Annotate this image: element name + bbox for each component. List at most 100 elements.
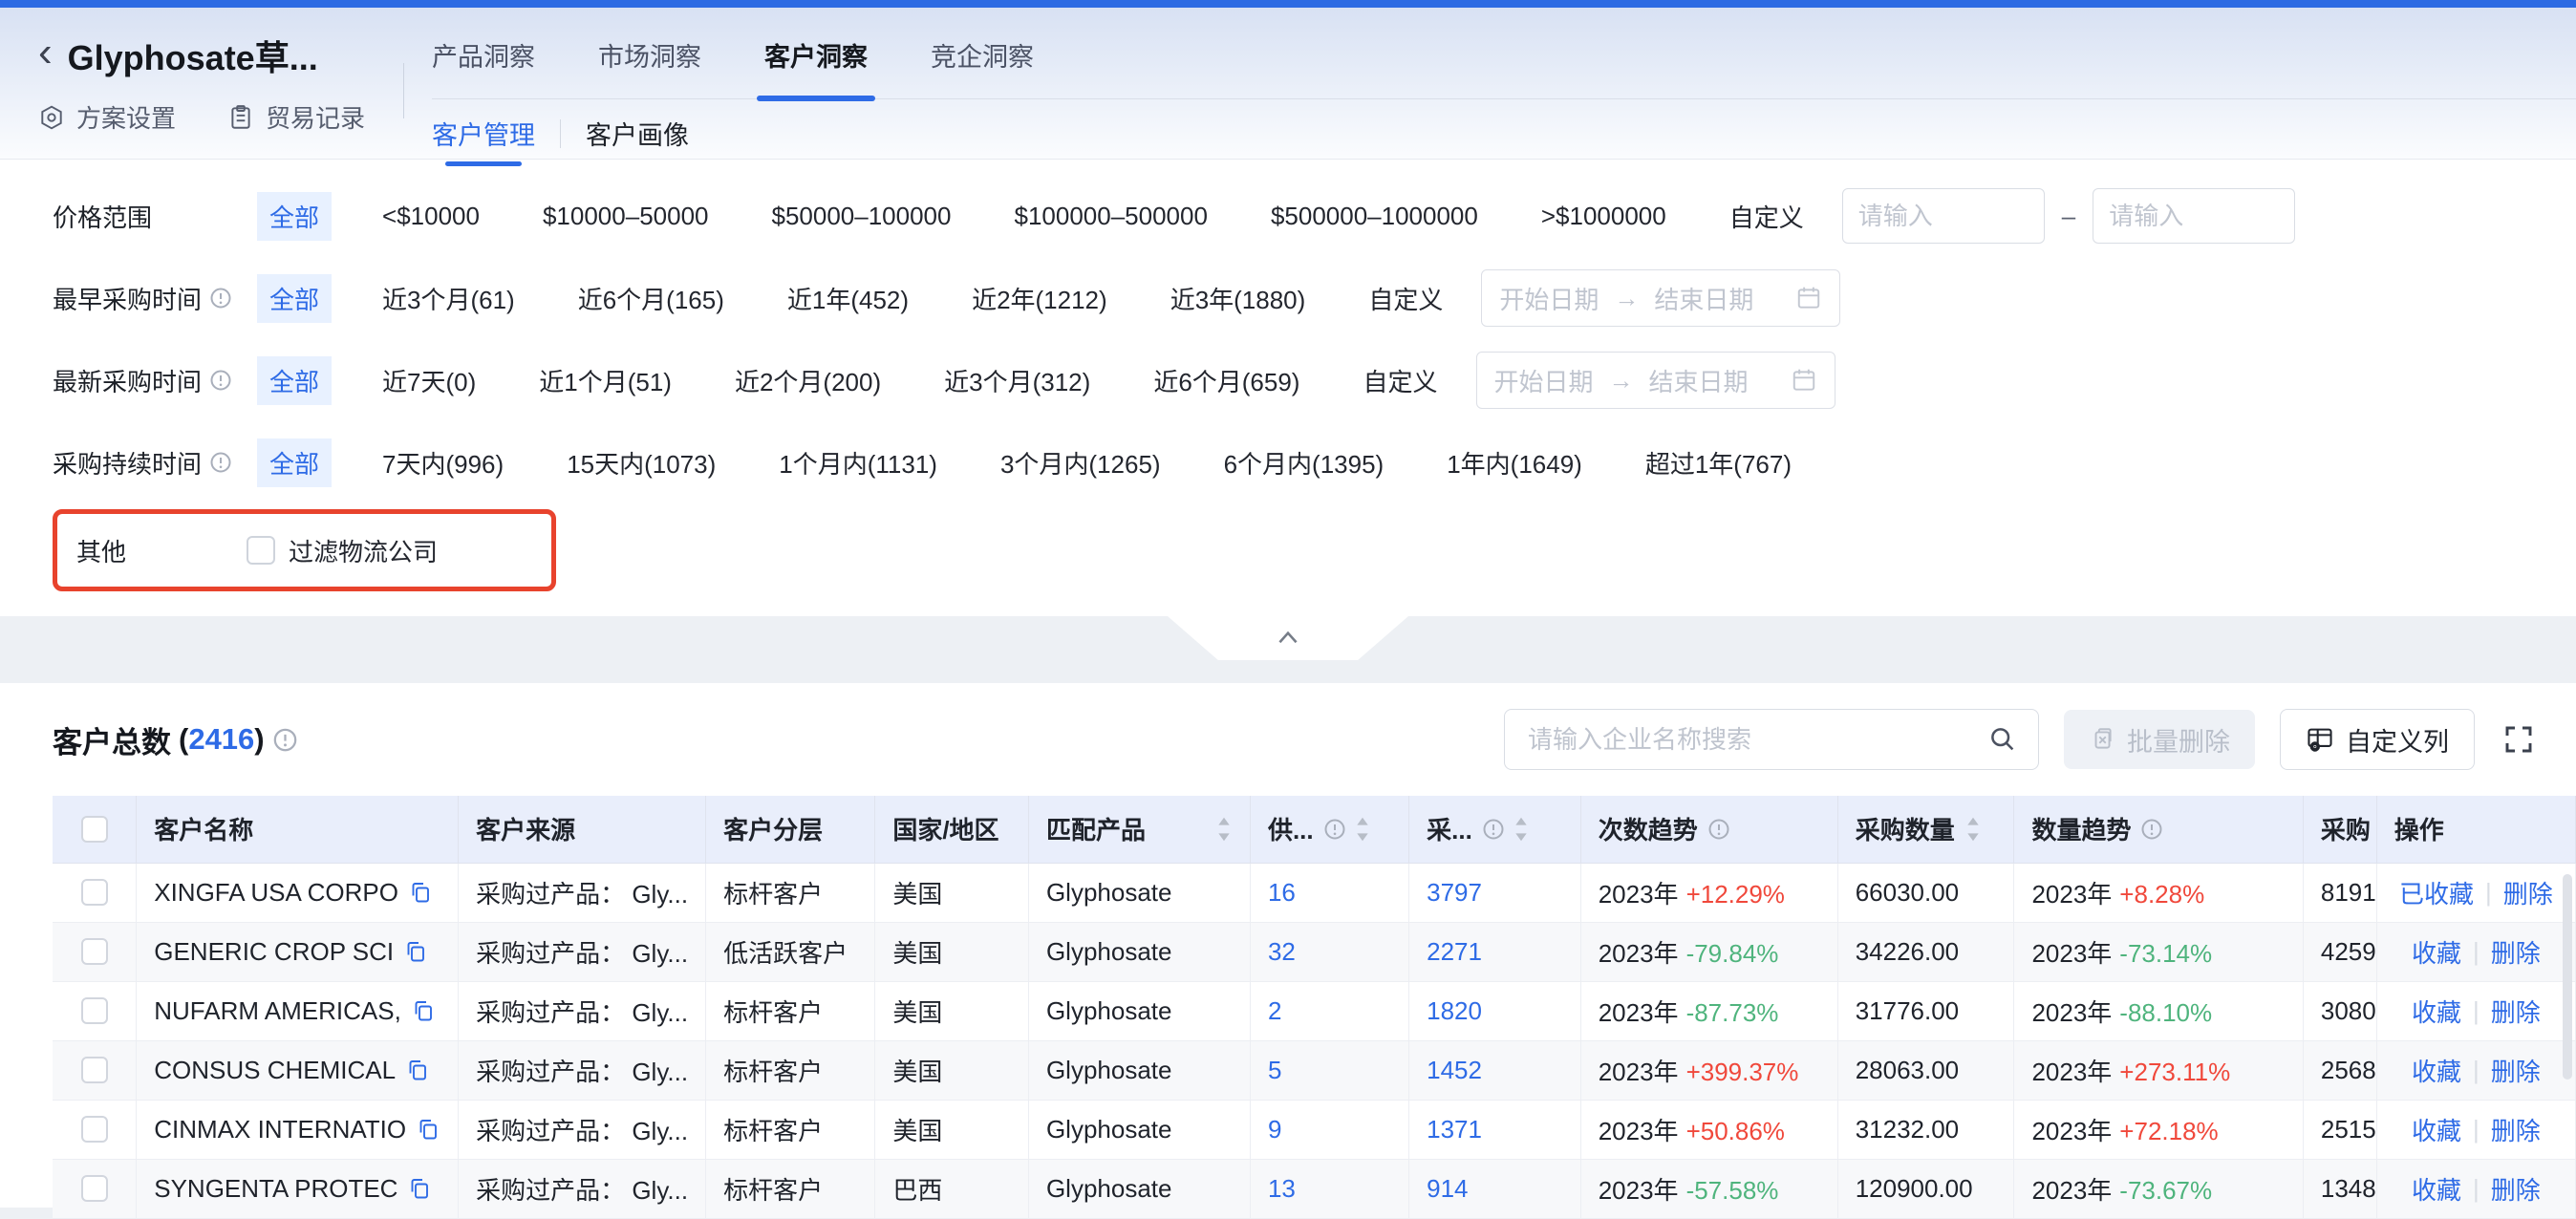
suppliers-count-link[interactable]: 32 <box>1268 937 1296 966</box>
filter-option[interactable]: 近7天(0) <box>382 363 476 398</box>
records-count-link[interactable]: 2271 <box>1427 937 1482 966</box>
sort-icon[interactable] <box>1513 816 1530 843</box>
filter-option[interactable]: 近1个月(51) <box>539 363 672 398</box>
copy-icon[interactable] <box>408 880 433 905</box>
filter-option[interactable]: 近2个月(200) <box>735 363 881 398</box>
delete-button[interactable]: 删除 <box>2491 934 2541 970</box>
copy-icon[interactable] <box>405 1058 430 1082</box>
filter-option[interactable]: 1个月内(1131) <box>779 445 937 481</box>
filter-option[interactable]: 近3年(1880) <box>1170 281 1306 316</box>
filter-option[interactable]: 近3个月(312) <box>944 363 1090 398</box>
back-icon[interactable]: ‹ <box>38 32 53 74</box>
sub-tab[interactable]: 客户管理 <box>432 115 535 152</box>
customer-name-text[interactable]: GENERIC CROP SCI <box>154 937 394 967</box>
info-icon[interactable] <box>1707 818 1730 841</box>
records-count-link[interactable]: 1371 <box>1427 1115 1482 1144</box>
info-icon[interactable] <box>209 287 232 310</box>
customer-name-text[interactable]: CONSUS CHEMICAL <box>154 1056 396 1085</box>
search-input[interactable] <box>1526 724 1988 756</box>
sort-icon[interactable] <box>1354 816 1371 843</box>
filter-option[interactable]: 近1年(452) <box>787 281 909 316</box>
filter-logistics-checkbox[interactable] <box>247 536 275 565</box>
filter-option[interactable]: 超过1年(767) <box>1645 445 1792 481</box>
row-checkbox[interactable] <box>81 938 108 965</box>
suppliers-count-link[interactable]: 13 <box>1268 1174 1296 1203</box>
search-icon[interactable] <box>1988 725 2017 754</box>
delete-button[interactable]: 删除 <box>2491 1112 2541 1147</box>
row-checkbox[interactable] <box>81 997 108 1024</box>
row-checkbox[interactable] <box>81 1057 108 1083</box>
records-count-link[interactable]: 1820 <box>1427 996 1482 1025</box>
delete-button[interactable]: 删除 <box>2491 994 2541 1029</box>
favorite-button[interactable]: 收藏 <box>2412 1053 2461 1088</box>
filter-option[interactable]: <$10000 <box>382 202 480 231</box>
records-count-link[interactable]: 914 <box>1427 1174 1468 1203</box>
info-icon[interactable] <box>272 727 298 753</box>
filter-option[interactable]: 3个月内(1265) <box>1000 445 1161 481</box>
customer-name-text[interactable]: SYNGENTA PROTEC <box>154 1174 397 1204</box>
filter-option[interactable]: 自定义 <box>1363 363 1437 398</box>
copy-icon[interactable] <box>411 998 436 1023</box>
suppliers-count-link[interactable]: 2 <box>1268 996 1281 1025</box>
delete-button[interactable]: 删除 <box>2491 1053 2541 1088</box>
main-tab[interactable]: 市场洞察 <box>598 36 701 74</box>
row-checkbox[interactable] <box>81 1175 108 1202</box>
filter-option[interactable]: 7天内(996) <box>382 445 504 481</box>
info-icon[interactable] <box>1323 818 1346 841</box>
price-min-input[interactable] <box>1842 188 2045 244</box>
filter-option[interactable]: 近2年(1212) <box>972 281 1107 316</box>
header-action-trade-records[interactable]: 贸易记录 <box>227 99 365 135</box>
customer-name-text[interactable]: NUFARM AMERICAS, <box>154 996 401 1026</box>
suppliers-count-link[interactable]: 5 <box>1268 1056 1281 1084</box>
filter-option[interactable]: 自定义 <box>1729 199 1804 234</box>
delete-button[interactable]: 删除 <box>2503 875 2553 910</box>
filter-option[interactable]: 近6个月(165) <box>578 281 724 316</box>
favorite-button[interactable]: 收藏 <box>2412 994 2461 1029</box>
row-checkbox[interactable] <box>81 879 108 906</box>
copy-icon[interactable] <box>407 1176 432 1201</box>
date-range-picker[interactable]: 开始日期→结束日期 <box>1481 269 1840 327</box>
suppliers-count-link[interactable]: 16 <box>1268 878 1296 907</box>
filter-option[interactable]: 自定义 <box>1368 281 1443 316</box>
filter-option[interactable]: 6个月内(1395) <box>1224 445 1385 481</box>
custom-columns-button[interactable]: 自定义列 <box>2280 709 2475 770</box>
suppliers-count-link[interactable]: 9 <box>1268 1115 1281 1144</box>
sort-icon[interactable] <box>1215 816 1233 843</box>
select-all-checkbox[interactable] <box>81 816 108 843</box>
filter-option[interactable]: 近6个月(659) <box>1153 363 1299 398</box>
favorite-button[interactable]: 收藏 <box>2412 934 2461 970</box>
collapse-panel-button[interactable] <box>1168 616 1408 660</box>
filter-option[interactable]: $10000–50000 <box>543 202 709 231</box>
price-max-input[interactable] <box>2093 188 2295 244</box>
fullscreen-button[interactable] <box>2500 720 2538 759</box>
date-range-picker[interactable]: 开始日期→结束日期 <box>1476 352 1835 409</box>
sort-icon[interactable] <box>1964 816 1982 843</box>
customer-name-text[interactable]: CINMAX INTERNATIO <box>154 1115 406 1144</box>
filter-option[interactable]: $50000–100000 <box>772 202 952 231</box>
filter-option[interactable]: 近3个月(61) <box>382 281 515 316</box>
records-count-link[interactable]: 1452 <box>1427 1056 1482 1084</box>
records-count-link[interactable]: 3797 <box>1427 878 1482 907</box>
filter-option[interactable]: $100000–500000 <box>1014 202 1207 231</box>
sub-tab[interactable]: 客户画像 <box>586 115 689 152</box>
filter-option[interactable]: 1年内(1649) <box>1447 445 1582 481</box>
filter-option[interactable]: 全部 <box>257 356 332 405</box>
row-checkbox[interactable] <box>81 1116 108 1143</box>
customer-name-text[interactable]: XINGFA USA CORPO <box>154 878 398 908</box>
info-icon[interactable] <box>209 369 232 392</box>
vertical-scrollbar[interactable] <box>2563 874 2572 1080</box>
copy-icon[interactable] <box>416 1117 440 1142</box>
filter-option[interactable]: 全部 <box>257 438 332 487</box>
favorite-button[interactable]: 收藏 <box>2412 1171 2461 1207</box>
info-icon[interactable] <box>2140 818 2163 841</box>
favorite-button[interactable]: 已收藏 <box>2399 875 2474 910</box>
copy-icon[interactable] <box>403 939 428 964</box>
filter-option[interactable]: 全部 <box>257 192 332 241</box>
info-icon[interactable] <box>209 451 232 474</box>
filter-option[interactable]: 全部 <box>257 274 332 323</box>
main-tab[interactable]: 客户洞察 <box>764 36 868 74</box>
info-icon[interactable] <box>1482 818 1505 841</box>
main-tab[interactable]: 产品洞察 <box>432 36 535 74</box>
batch-delete-button[interactable]: 批量删除 <box>2064 710 2255 769</box>
filter-option[interactable]: >$1000000 <box>1541 202 1666 231</box>
